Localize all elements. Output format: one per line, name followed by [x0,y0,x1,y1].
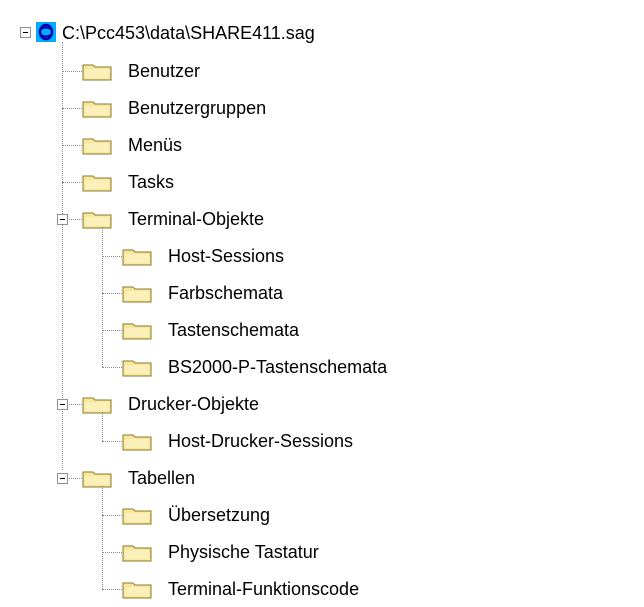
tree-item-menüs[interactable]: Menüs [128,126,182,163]
folder-icon [122,545,152,562]
tree-view: C:\Pcc453\data\SHARE411.sag Benutzer Benu… [0,0,644,605]
tree-item-benutzer[interactable]: Benutzer [128,52,200,89]
tree-item-label: Physische Tastatur [168,541,319,562]
folder-icon [122,323,152,340]
folder-icon [82,101,112,118]
tree-item-übersetzung[interactable]: Übersetzung [168,496,270,533]
folder-icon [122,360,152,377]
tree-item-host-sessions[interactable]: Host-Sessions [168,237,284,274]
folder-icon [122,286,152,303]
tree-item-label: Übersetzung [168,504,271,525]
tree-item-drucker-objekte[interactable]: Drucker-Objekte [128,385,259,422]
tree-item-tasks[interactable]: Tasks [128,163,174,200]
tree-item-terminal-funktionscode[interactable]: Terminal-Funktionscode [168,570,359,607]
root-collapse-toggle[interactable] [20,27,31,38]
database-icon [36,22,56,42]
collapse-toggle-drucker-objekte[interactable] [57,399,68,410]
folder-icon [82,64,112,81]
tree-item-label: Terminal-Objekte [128,208,265,229]
folder-icon [122,434,152,451]
tree-item-label: Drucker-Objekte [128,393,260,414]
tree-item-host-drucker-sessions[interactable]: Host-Drucker-Sessions [168,422,353,459]
tree-item-benutzergruppen[interactable]: Benutzergruppen [128,89,266,126]
tree-item-label: Farbschemata [168,282,284,303]
tree-item-label: Host-Sessions [168,245,285,266]
tree-item-terminal-objekte[interactable]: Terminal-Objekte [128,200,264,237]
tree-root[interactable]: C:\Pcc453\data\SHARE411.sag [62,14,315,51]
folder-icon [122,582,152,599]
tree-item-label: Host-Drucker-Sessions [168,430,354,451]
tree-item-label: Tabellen [128,467,196,488]
tree-item-label: BS2000-P-Tastenschemata [168,356,388,377]
tree-item-farbschemata[interactable]: Farbschemata [168,274,283,311]
tree-item-label: Tasks [128,171,175,192]
folder-icon [82,138,112,155]
tree-item-label: Tastenschemata [168,319,300,340]
folder-icon [82,471,112,488]
tree-root-label: C:\Pcc453\data\SHARE411.sag [62,22,315,43]
tree-item-label: Menüs [128,134,183,155]
folder-icon [122,508,152,525]
folder-icon [122,249,152,266]
collapse-toggle-terminal-objekte[interactable] [57,214,68,225]
folder-icon [82,175,112,192]
collapse-toggle-tabellen[interactable] [57,473,68,484]
folder-icon [82,212,112,229]
tree-item-tastenschemata[interactable]: Tastenschemata [168,311,299,348]
tree-item-label: Benutzer [128,60,201,81]
tree-item-tabellen[interactable]: Tabellen [128,459,195,496]
tree-item-physische-tastatur[interactable]: Physische Tastatur [168,533,319,570]
tree-item-label: Terminal-Funktionscode [168,578,360,599]
tree-item-label: Benutzergruppen [128,97,267,118]
tree-item-bs2000-p-tastenschemata[interactable]: BS2000-P-Tastenschemata [168,348,387,385]
folder-icon [82,397,112,414]
